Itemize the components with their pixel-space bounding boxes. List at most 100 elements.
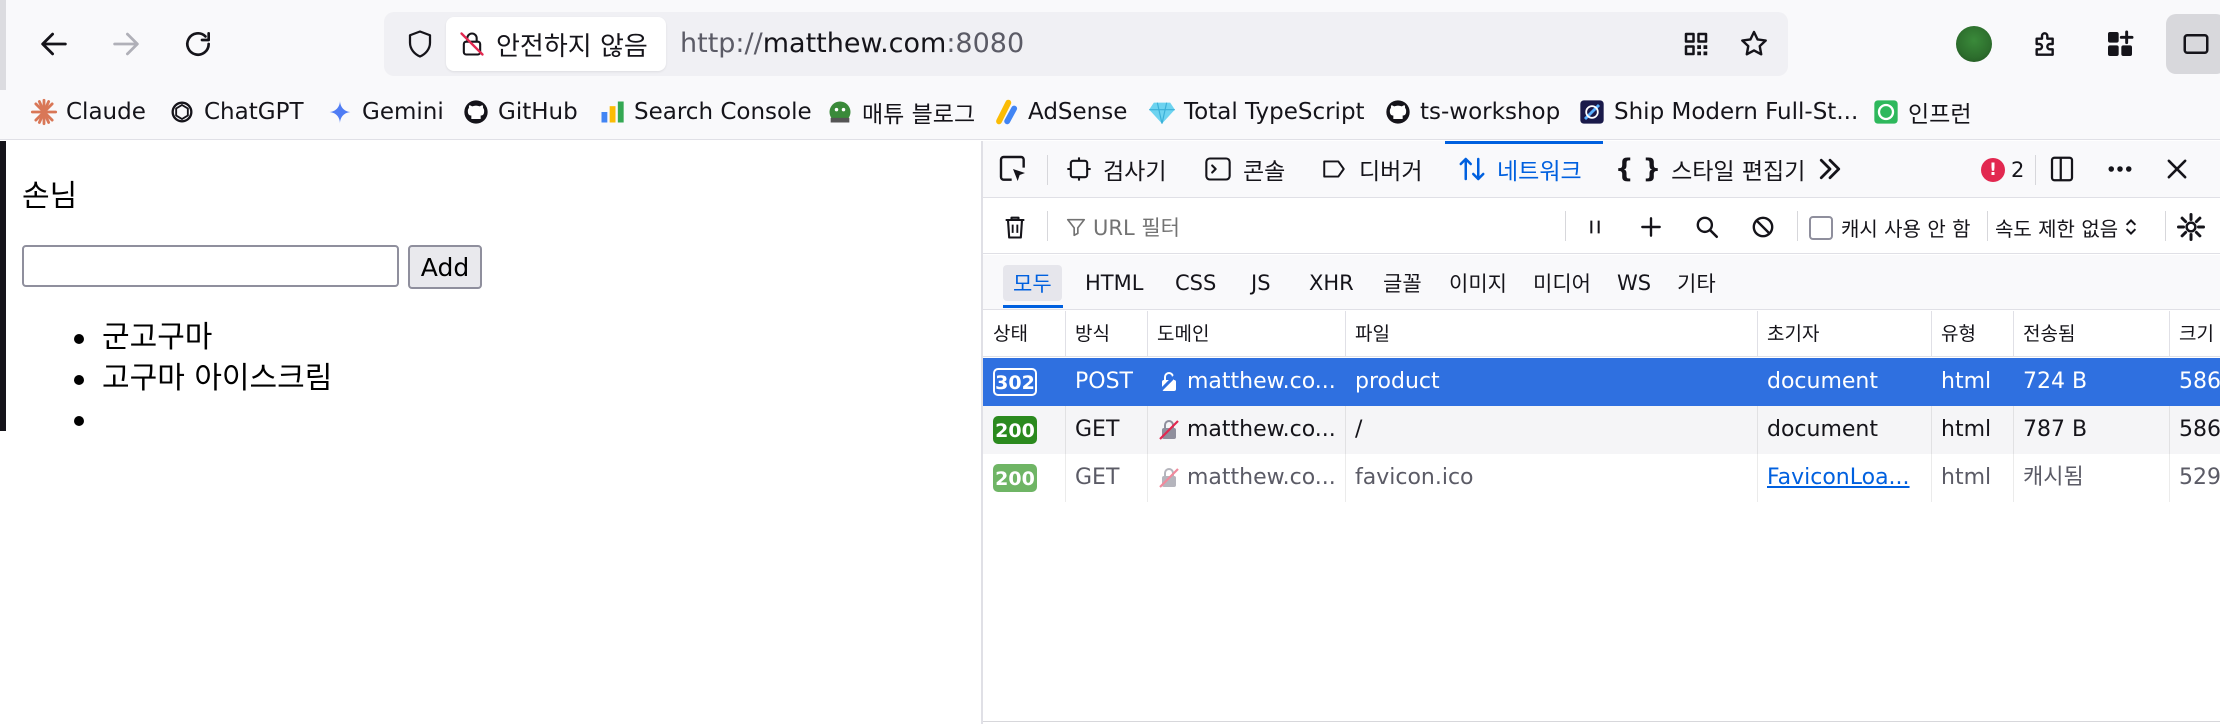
url-filter-input[interactable]: URL 필터: [1065, 211, 1545, 243]
column-header-type[interactable]: 유형: [1931, 311, 1976, 357]
request-type-filters: 모두 HTML CSS JS XHR 글꼴 이미지 미디어 WS 기타: [983, 255, 2220, 310]
tab-label: 네트워크: [1497, 159, 1582, 185]
bookmark-chatgpt[interactable]: ChatGPT: [168, 90, 304, 134]
github-icon: [1384, 98, 1412, 126]
dock-toggle-button[interactable]: [2047, 141, 2077, 197]
bookmark-github[interactable]: GitHub: [462, 90, 578, 134]
tab-style-editor[interactable]: { } 스타일 편집기: [1615, 141, 1805, 197]
type-filter-css[interactable]: CSS: [1165, 265, 1226, 301]
initiator-link[interactable]: FaviconLoa...: [1767, 465, 1910, 490]
tab-console[interactable]: 콘솔: [1203, 141, 1285, 197]
back-arrow-icon: [41, 32, 67, 56]
block-requests-button[interactable]: [1745, 209, 1781, 245]
file-cell: favicon.ico: [1355, 465, 1474, 490]
inspector-icon: [1067, 157, 1091, 181]
apps-button[interactable]: [2092, 16, 2148, 72]
initiator-cell: document: [1767, 417, 1878, 442]
list-item: 군고구마: [74, 317, 332, 358]
url-host: matthew.com: [762, 28, 947, 59]
pause-recording-button[interactable]: [1577, 209, 1613, 245]
type-filter-images[interactable]: 이미지: [1439, 265, 1517, 301]
size-cell: 586: [2179, 417, 2220, 442]
sidebar-toggle-button[interactable]: [2166, 14, 2220, 74]
transferred-cell: 787 B: [2023, 417, 2088, 442]
item-list: 군고구마 고구마 아이스크림: [74, 317, 332, 440]
search-requests-button[interactable]: [1689, 209, 1725, 245]
column-header-file[interactable]: 파일: [1345, 311, 1390, 357]
reload-button[interactable]: [170, 16, 226, 72]
tab-label: 검사기: [1103, 159, 1167, 185]
bookmark-inflearn[interactable]: 인프런: [1872, 90, 1971, 134]
devtools-menu-button[interactable]: [2103, 141, 2137, 197]
url-text[interactable]: http://matthew.com:8080: [680, 12, 1024, 76]
tracking-protection-button[interactable]: [398, 22, 442, 66]
bookmark-star-button[interactable]: [1732, 22, 1776, 66]
back-button[interactable]: [26, 16, 82, 72]
type-filter-all[interactable]: 모두: [1003, 265, 1062, 301]
type-filter-ws[interactable]: WS: [1607, 265, 1661, 301]
bookmark-gemini[interactable]: Gemini: [326, 90, 444, 134]
request-row[interactable]: 200 GET matthew.co... favicon.ico Favico…: [983, 454, 2220, 502]
column-header-size[interactable]: 크기: [2169, 311, 2214, 357]
disable-cache-toggle[interactable]: 캐시 사용 안 함: [1809, 213, 1970, 242]
more-tabs-button[interactable]: [1815, 141, 1845, 197]
address-bar[interactable]: 안전하지 않음 http://matthew.com:8080: [384, 12, 1788, 76]
file-cell: product: [1355, 369, 1440, 394]
separator: [2165, 211, 2166, 241]
request-row[interactable]: 302 POST matthew.co... product document …: [983, 358, 2220, 406]
error-counter[interactable]: ! 2: [1981, 155, 2024, 185]
insecure-lock-icon: [1158, 371, 1180, 393]
item-input[interactable]: [22, 245, 399, 287]
separator: [1047, 155, 1048, 185]
element-picker-button[interactable]: [997, 141, 1029, 197]
bookmark-search-console[interactable]: Search Console: [598, 90, 812, 134]
method-cell: POST: [1075, 369, 1133, 394]
request-row[interactable]: 200 GET matthew.co... / document html 78…: [983, 406, 2220, 454]
column-header-status[interactable]: 상태: [983, 311, 1028, 357]
clear-requests-button[interactable]: [997, 209, 1033, 245]
forward-button[interactable]: [98, 16, 154, 72]
type-filter-js[interactable]: JS: [1241, 265, 1281, 301]
close-devtools-button[interactable]: [2163, 141, 2191, 197]
bookmark-claude[interactable]: Claude: [30, 90, 146, 134]
account-avatar[interactable]: [1956, 26, 1992, 62]
column-header-method[interactable]: 방식: [1065, 311, 1110, 357]
add-button[interactable]: Add: [408, 245, 482, 289]
site-security-badge[interactable]: 안전하지 않음: [446, 17, 666, 71]
extensions-button[interactable]: [2018, 16, 2074, 72]
throttling-select[interactable]: 속도 제한 없음: [1995, 209, 2138, 245]
bookmark-adsense[interactable]: AdSense: [992, 90, 1127, 134]
type-filter-xhr[interactable]: XHR: [1299, 265, 1364, 301]
separator: [1797, 211, 1798, 241]
column-header-initiator[interactable]: 초기자: [1757, 311, 1819, 357]
add-request-button[interactable]: [1633, 209, 1669, 245]
active-type-indicator: [1003, 305, 1063, 308]
column-header-domain[interactable]: 도메인: [1147, 311, 1209, 357]
bookmark-ship-modern[interactable]: Ship Modern Full-St...: [1578, 90, 1858, 134]
column-header-transferred[interactable]: 전송됨: [2013, 311, 2075, 357]
inflearn-icon: [1872, 98, 1900, 126]
type-filter-other[interactable]: 기타: [1667, 265, 1726, 301]
type-filter-media[interactable]: 미디어: [1523, 265, 1601, 301]
status-badge: 302: [993, 368, 1037, 396]
tab-inspector[interactable]: 검사기: [1065, 141, 1166, 197]
disable-cache-checkbox[interactable]: [1809, 215, 1833, 240]
tab-debugger[interactable]: 디버거: [1319, 141, 1422, 197]
chatgpt-icon: [168, 98, 196, 126]
github-icon: [462, 98, 490, 126]
web-page: 손님 Add 군고구마 고구마 아이스크림: [0, 141, 980, 724]
plus-icon: [1641, 217, 1661, 237]
throttling-value: 속도 제한 없음: [1995, 216, 2119, 241]
devtools-tab-bar: 검사기 콘솔 디버거 네트워크 { } 스타일 편집기 ! 2: [983, 141, 2220, 198]
network-settings-button[interactable]: [2173, 209, 2209, 245]
type-filter-fonts[interactable]: 글꼴: [1373, 265, 1432, 301]
bookmark-ts-workshop[interactable]: ts-workshop: [1384, 90, 1560, 134]
bookmark-blog[interactable]: 매튜 블로그: [826, 90, 975, 134]
chevron-double-right-icon: [1819, 158, 1841, 180]
ship-icon: [1578, 98, 1606, 126]
bookmark-total-typescript[interactable]: Total TypeScript: [1148, 90, 1365, 134]
type-filter-html[interactable]: HTML: [1075, 265, 1153, 301]
tab-network[interactable]: 네트워크: [1457, 141, 1582, 197]
qr-code-button[interactable]: [1674, 22, 1718, 66]
blog-icon: [826, 98, 854, 126]
